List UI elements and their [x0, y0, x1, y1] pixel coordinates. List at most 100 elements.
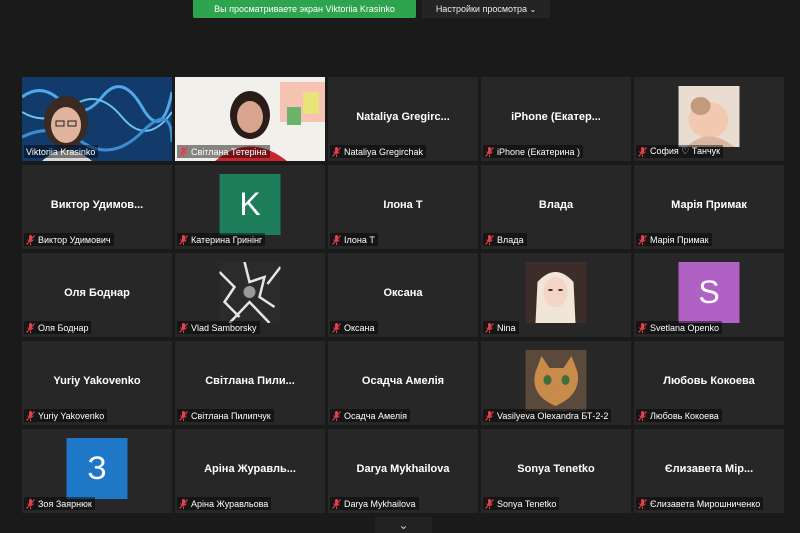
- profile-picture: [219, 262, 281, 323]
- participant-tile-darya-mykhailova[interactable]: Darya Mykhailova Darya Mykhailova: [328, 429, 478, 513]
- participant-name: Світлана Тетеріна: [191, 146, 267, 157]
- participant-name-label: София ♡ Танчук: [636, 145, 724, 158]
- participant-name: Vasilyeva Olexandra БТ-2-2: [497, 410, 609, 421]
- muted-mic-icon: [485, 234, 494, 245]
- participant-name-label: Nataliya Gregirchak: [330, 145, 427, 158]
- muted-mic-icon: [638, 410, 647, 421]
- muted-mic-icon: [638, 498, 647, 509]
- participant-name-label: Ілона Т: [330, 233, 378, 246]
- participant-name-label: Vasilyeva Olexandra БТ-2-2: [483, 409, 612, 422]
- participant-name-label: iPhone (Екатерина ): [483, 145, 583, 158]
- participant-tile-liubov-kokoeva[interactable]: Любовь Кокоева Любовь Кокоева: [634, 341, 784, 425]
- participant-name-label: Марія Примак: [636, 233, 712, 246]
- participant-name: Любовь Кокоева: [650, 410, 719, 421]
- muted-mic-icon: [485, 322, 494, 333]
- participant-tile-svitlana-teterina[interactable]: Світлана Тетеріна: [175, 77, 325, 161]
- participant-name-label: Єлизавета Мирошниченко: [636, 497, 764, 510]
- participant-name: iPhone (Екатерина ): [497, 146, 580, 157]
- participant-name: Viktoriia Krasinko: [26, 146, 96, 157]
- participant-tile-sonya-tenetko[interactable]: Sonya Tenetko Sonya Tenetko: [481, 429, 631, 513]
- profile-picture: [525, 350, 587, 411]
- participant-name-label: Катерина Гринінг: [177, 233, 266, 246]
- muted-mic-icon: [332, 234, 341, 245]
- participant-name: Sonya Tenetko: [497, 498, 557, 509]
- participant-tile-zoia-zaiarniuk[interactable]: З Зоя Заярнюк: [22, 429, 172, 513]
- muted-mic-icon: [179, 410, 188, 421]
- participant-name: Darya Mykhailova: [344, 498, 416, 509]
- participant-tile-osadcha-ameliia[interactable]: Осадча Амелія Осадча Амелія: [328, 341, 478, 425]
- participant-name: Зоя Заярнюк: [38, 498, 92, 509]
- muted-mic-icon: [638, 322, 647, 333]
- participant-tile-vasilyeva-olexandra[interactable]: Vasilyeva Olexandra БТ-2-2: [481, 341, 631, 425]
- participant-name: Vlad Samborsky: [191, 322, 257, 333]
- muted-mic-icon: [26, 410, 35, 421]
- muted-mic-icon: [179, 234, 188, 245]
- muted-mic-icon: [485, 146, 494, 157]
- participant-name: Виктор Удимович: [38, 234, 111, 245]
- participant-name-label: Darya Mykhailova: [330, 497, 419, 510]
- muted-mic-icon: [638, 146, 647, 157]
- participant-tile-iphone-ekaterina[interactable]: iPhone (Екатер... iPhone (Екатерина ): [481, 77, 631, 161]
- muted-mic-icon: [638, 234, 647, 245]
- participant-tile-vlad-samborsky[interactable]: Vlad Samborsky: [175, 253, 325, 337]
- participant-tile-mariia-prymak[interactable]: Марія Примак Марія Примак: [634, 165, 784, 249]
- participant-name: София ♡ Танчук: [650, 146, 721, 156]
- muted-mic-icon: [332, 498, 341, 509]
- participant-name-label: Світлана Тетеріна: [177, 145, 270, 158]
- participant-tile-yelyzaveta-miroshnychenko[interactable]: Єлизавета Мір... Єлизавета Мирошниченко: [634, 429, 784, 513]
- muted-mic-icon: [179, 322, 188, 333]
- participant-tile-vlada[interactable]: Влада Влада: [481, 165, 631, 249]
- participant-name-label: Виктор Удимович: [24, 233, 114, 246]
- participant-name-label: Осадча Амелія: [330, 409, 410, 422]
- participant-name-label: Любовь Кокоева: [636, 409, 722, 422]
- participant-tile-ilona-t[interactable]: Ілона Т Ілона Т: [328, 165, 478, 249]
- participant-name: Yuriy Yakovenko: [38, 410, 105, 421]
- participant-tile-olia-bodnar[interactable]: Оля Боднар Оля Боднар: [22, 253, 172, 337]
- participant-name: Оля Боднар: [38, 322, 89, 333]
- participant-tile-viktoriia-krasinko[interactable]: Viktoriia Krasinko: [22, 77, 172, 161]
- participant-name-label: Viktoriia Krasinko: [24, 145, 99, 158]
- participant-tile-arina-zhuravlova[interactable]: Аріна Журавль... Аріна Журавльова: [175, 429, 325, 513]
- avatar: S: [678, 262, 740, 323]
- participant-tile-oksana[interactable]: Оксана Оксана: [328, 253, 478, 337]
- muted-mic-icon: [179, 498, 188, 509]
- participant-name: Осадча Амелія: [344, 410, 407, 421]
- chevron-down-icon: ⌄: [398, 518, 409, 532]
- muted-mic-icon: [332, 410, 341, 421]
- participant-name-label: Vlad Samborsky: [177, 321, 260, 334]
- view-options-button[interactable]: Настройки просмотра ⌄: [422, 0, 550, 18]
- avatar: K: [219, 174, 281, 235]
- muted-mic-icon: [485, 498, 494, 509]
- participant-name-label: Зоя Заярнюк: [24, 497, 95, 510]
- participant-name: Nina: [497, 322, 516, 333]
- participant-name-label: Yuriy Yakovenko: [24, 409, 108, 422]
- muted-mic-icon: [332, 322, 341, 333]
- participant-name-label: Оксана: [330, 321, 378, 334]
- chevron-down-icon: ⌄: [529, 5, 537, 14]
- participant-tile-viktor-udimovich[interactable]: Виктор Удимов... Виктор Удимович: [22, 165, 172, 249]
- participant-grid: Viktoriia Krasinko Світлана Тетеріна Nat…: [22, 77, 784, 515]
- participant-tile-nataliya-gregirchak[interactable]: Nataliya Gregirc... Nataliya Gregirchak: [328, 77, 478, 161]
- participant-name-label: Svetlana Openko: [636, 321, 723, 334]
- participant-tile-yuriy-yakovenko[interactable]: Yuriy Yakovenko Yuriy Yakovenko: [22, 341, 172, 425]
- participant-name: Svetlana Openko: [650, 322, 720, 333]
- profile-picture: [525, 262, 587, 323]
- participant-tile-svitlana-pylypchuk[interactable]: Світлана Пили... Світлана Пилипчук: [175, 341, 325, 425]
- view-options-label: Настройки просмотра: [435, 4, 527, 14]
- participant-name-label: Влада: [483, 233, 527, 246]
- participant-name: Nataliya Gregirchak: [344, 146, 424, 157]
- next-page-button[interactable]: ⌄: [375, 517, 432, 533]
- participant-tile-svetlana-openko[interactable]: S Svetlana Openko: [634, 253, 784, 337]
- participant-name: Аріна Журавльова: [191, 498, 269, 509]
- avatar: З: [66, 438, 128, 499]
- participant-name: Світлана Пилипчук: [191, 410, 271, 421]
- participant-name-label: Оля Боднар: [24, 321, 92, 334]
- participant-tile-sofia-tanchuk[interactable]: София ♡ Танчук: [634, 77, 784, 161]
- participant-tile-nina[interactable]: Nina: [481, 253, 631, 337]
- participant-name: Катерина Гринінг: [191, 234, 263, 245]
- participant-name: Марія Примак: [650, 234, 709, 245]
- muted-mic-icon: [179, 146, 188, 157]
- participant-name-label: Sonya Tenetko: [483, 497, 560, 510]
- participant-tile-kateryna-hrininh[interactable]: K Катерина Гринінг: [175, 165, 325, 249]
- participant-name-label: Світлана Пилипчук: [177, 409, 274, 422]
